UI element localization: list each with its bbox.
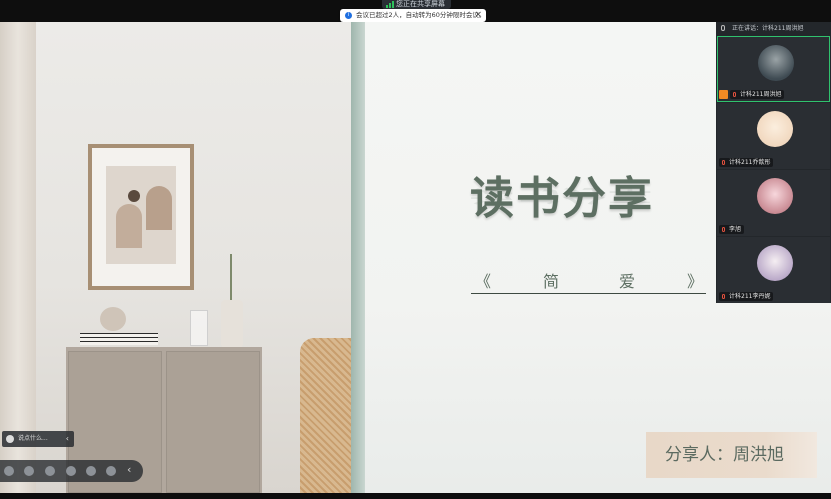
glass-jar	[190, 310, 208, 346]
avatar	[757, 111, 793, 147]
subtitle-right-bracket: 》	[687, 272, 704, 291]
speaking-indicator: 正在讲话：计科211周洪旭	[716, 22, 831, 35]
mic-icon	[721, 25, 725, 31]
decor-ball	[100, 307, 126, 331]
screen-divider	[351, 22, 365, 493]
chat-icon	[6, 435, 14, 443]
slide-title-reflection: 读书分享	[470, 185, 654, 206]
close-icon[interactable]: ×	[474, 9, 482, 22]
notice-text: 会议已超过2人，自动转为60分钟限时会议。	[356, 11, 486, 19]
rattan-chair	[300, 338, 351, 493]
pointer-icon[interactable]	[24, 466, 34, 476]
mic-muted-icon	[733, 92, 736, 97]
signal-bars-icon	[386, 1, 394, 8]
subtitle-char-1: 简	[543, 272, 560, 291]
presenter-label: 分享人：周洪旭	[646, 432, 817, 478]
mic-muted-icon	[722, 160, 725, 165]
participant-name: 李旭	[719, 225, 745, 234]
curtain	[0, 22, 36, 493]
vase	[221, 300, 243, 348]
more-icon[interactable]	[106, 466, 116, 476]
bottom-bar	[0, 493, 831, 499]
plant-branch	[230, 254, 232, 302]
avatar	[757, 245, 793, 281]
pen-icon[interactable]	[45, 466, 55, 476]
screenshot-icon[interactable]	[66, 466, 76, 476]
camera-icon[interactable]	[86, 466, 96, 476]
sharing-status-pill[interactable]: 您正在共享屏幕	[382, 0, 451, 9]
subtitle-underline	[471, 293, 706, 294]
camera-background-photo	[0, 22, 351, 493]
subtitle-char-2: 爱	[619, 272, 636, 291]
wall-art-frame	[88, 144, 194, 290]
chat-placeholder: 说点什么...	[18, 435, 48, 442]
sharing-status-text: 您正在共享屏幕	[396, 0, 445, 8]
participant-tile[interactable]: 李旭	[717, 170, 830, 236]
mic-muted-icon	[722, 227, 725, 232]
chevron-left-icon[interactable]: ‹	[127, 463, 131, 476]
host-badge-icon	[719, 90, 728, 99]
chat-input-bar[interactable]: 说点什么... ‹	[2, 431, 74, 447]
participants-panel: 正在讲话：计科211周洪旭 计科211周洪旭 计科211乔歆彤 李旭 计科211…	[716, 22, 831, 303]
avatar	[758, 45, 794, 81]
participant-name: 计科211乔歆彤	[719, 158, 774, 167]
time-limit-notice: i 会议已超过2人，自动转为60分钟限时会议。 ×	[340, 9, 486, 22]
annotation-toolbar: ‹	[0, 460, 143, 482]
participant-tile[interactable]: 计科211周洪旭	[717, 36, 830, 102]
participant-name: 计科211李丹妮	[719, 292, 774, 301]
participant-tile[interactable]: 计科211乔歆彤	[717, 103, 830, 169]
book-stack	[80, 333, 158, 345]
subtitle-left-bracket: 《	[475, 272, 492, 291]
info-icon: i	[345, 12, 352, 19]
participant-tile[interactable]: 计科211李丹妮	[717, 237, 830, 303]
participant-name: 计科211周洪旭	[730, 90, 785, 99]
book-subtitle: 《 简 爱 》	[471, 268, 706, 292]
avatar	[757, 178, 793, 214]
speaking-label: 正在讲话：计科211周洪旭	[732, 25, 804, 32]
mic-muted-icon	[722, 294, 725, 299]
chevron-left-icon[interactable]: ‹	[66, 431, 69, 447]
record-icon[interactable]	[4, 466, 14, 476]
